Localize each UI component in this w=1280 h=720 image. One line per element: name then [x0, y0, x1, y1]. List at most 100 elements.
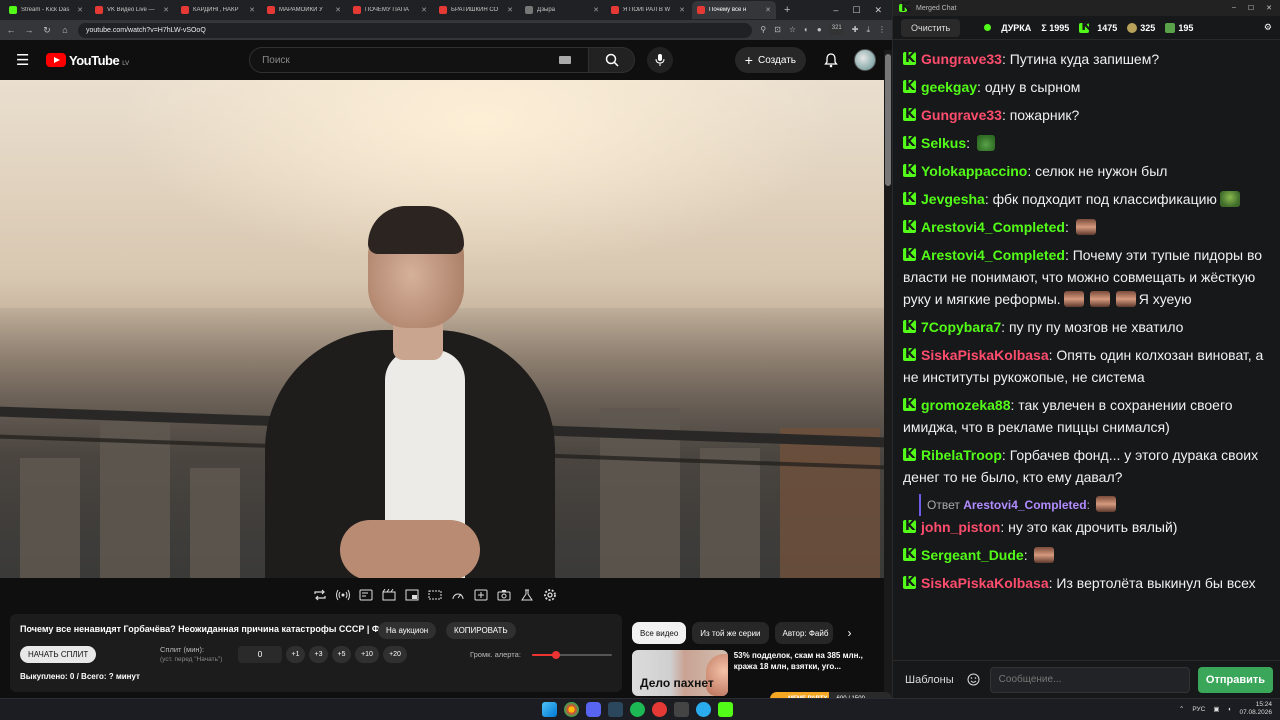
emoji-icon[interactable]: [966, 672, 982, 688]
page-scrollbar[interactable]: [884, 50, 892, 696]
discord-icon[interactable]: [586, 702, 601, 717]
clock[interactable]: 15:24 07.08.2026: [1239, 701, 1272, 717]
tab-close-icon[interactable]: ✕: [593, 6, 599, 14]
loop-icon[interactable]: [312, 588, 327, 603]
chat-username[interactable]: Sergeant_Dude: [921, 547, 1024, 563]
extension-icon[interactable]: ◐: [804, 25, 809, 35]
chat-message-input[interactable]: [989, 666, 1190, 693]
close-icon[interactable]: ✕: [874, 5, 882, 16]
chat-username[interactable]: Gungrave33: [921, 51, 1002, 67]
chat-username[interactable]: john_piston: [921, 519, 1000, 535]
chat-username[interactable]: SiskaPiskaKolbasa: [921, 575, 1049, 591]
browser-tab[interactable]: Дзыра ✕: [520, 1, 604, 19]
chat-username[interactable]: RibelaTroop: [921, 447, 1002, 463]
flask-icon[interactable]: [519, 588, 534, 603]
kick-app-icon[interactable]: [718, 702, 733, 717]
tab-close-icon[interactable]: ✕: [249, 6, 255, 14]
start-menu-icon[interactable]: [542, 702, 557, 717]
zoom-icon[interactable]: ⚲: [760, 25, 766, 35]
add-video-icon[interactable]: [473, 588, 488, 603]
tab-close-icon[interactable]: ✕: [421, 6, 427, 14]
minimize-icon[interactable]: –: [1232, 4, 1236, 12]
broadcast-icon[interactable]: [335, 588, 350, 603]
close-icon[interactable]: ✕: [1266, 4, 1272, 12]
extension-icon[interactable]: ●: [817, 25, 822, 35]
add-10-button[interactable]: +10: [355, 646, 379, 663]
recommended-video[interactable]: Дело пахнет 53% подделок, скам на 385 мл…: [632, 650, 884, 696]
alert-volume-slider[interactable]: [532, 651, 612, 659]
browser-tab[interactable]: VK Видео Live — ✕: [90, 1, 174, 19]
reply-username[interactable]: Arestovi4_Completed: [963, 498, 1086, 512]
forward-icon[interactable]: →: [24, 25, 34, 35]
maximize-icon[interactable]: ☐: [852, 5, 860, 16]
clapperboard-icon[interactable]: [381, 588, 396, 603]
split-minutes-input[interactable]: 0: [238, 646, 282, 663]
chat-username[interactable]: geekgay: [921, 79, 977, 95]
browser-tab[interactable]: МАРАМОЙКИ У ✕: [262, 1, 346, 19]
chat-username[interactable]: Gungrave33: [921, 107, 1002, 123]
search-input[interactable]: [249, 47, 590, 73]
language-indicator[interactable]: РУС: [1192, 706, 1205, 713]
url-field[interactable]: youtube.com/watch?v=H7hLW-vSOoQ: [78, 22, 753, 38]
chip-author[interactable]: Автор: Файб: [774, 622, 833, 644]
recommended-video-title[interactable]: 53% подделок, скам на 385 млн., кража 18…: [734, 650, 884, 696]
tray-chevron-icon[interactable]: ⌃: [1179, 705, 1184, 713]
volume-icon[interactable]: ◖: [1228, 706, 1232, 713]
chat-username[interactable]: Selkus: [921, 135, 966, 151]
playlist-settings-icon[interactable]: [358, 588, 373, 603]
settings-gear-icon[interactable]: [542, 588, 557, 603]
add-3-button[interactable]: +3: [309, 646, 328, 663]
chat-username[interactable]: Arestovi4_Completed: [921, 219, 1065, 235]
tab-close-icon[interactable]: ✕: [335, 6, 341, 14]
browser-tab[interactable]: Stream - Kick Das ✕: [4, 1, 88, 19]
chat-username[interactable]: Jevgesha: [921, 191, 985, 207]
chat-username[interactable]: SiskaPiskaKolbasa: [921, 347, 1049, 363]
install-icon[interactable]: ⊡: [774, 25, 781, 35]
add-5-button[interactable]: +5: [332, 646, 351, 663]
create-button[interactable]: + Создать: [734, 47, 806, 73]
screenshot-camera-icon[interactable]: [496, 588, 511, 603]
browser-tab[interactable]: ПОЧЕМУ ПАПА ✕: [348, 1, 432, 19]
add-1-button[interactable]: +1: [286, 646, 305, 663]
chat-settings-gear-icon[interactable]: ⚙: [1264, 22, 1272, 33]
start-split-button[interactable]: НАЧАТЬ СПЛИТ: [20, 646, 97, 663]
bookmark-star-icon[interactable]: ☆: [789, 25, 796, 35]
notifications-bell-icon[interactable]: [824, 52, 838, 68]
theater-mode-icon[interactable]: [427, 588, 442, 603]
youtube-logo[interactable]: YouTube LV: [46, 53, 129, 68]
chip-all-videos[interactable]: Все видео: [632, 622, 687, 644]
chip-same-series[interactable]: Из той же серии: [692, 622, 769, 644]
copy-button[interactable]: КОПИРОВАТЬ: [446, 622, 516, 639]
back-icon[interactable]: ←: [6, 25, 16, 35]
voice-search-button[interactable]: [647, 47, 674, 73]
browser-tab[interactable]: БРАТИШКИН СО ✕: [434, 1, 518, 19]
keyboard-icon[interactable]: [559, 56, 572, 64]
picture-in-picture-icon[interactable]: [404, 588, 419, 603]
auction-button[interactable]: На аукцион: [378, 622, 437, 639]
menu-dots-icon[interactable]: ⋮: [878, 25, 886, 35]
tab-close-icon[interactable]: ✕: [77, 6, 83, 14]
download-icon[interactable]: ⤓: [866, 25, 870, 35]
guide-menu-icon[interactable]: ☰: [16, 51, 36, 69]
home-icon[interactable]: ⌂: [60, 25, 70, 35]
send-button[interactable]: Отправить: [1197, 666, 1273, 693]
account-avatar[interactable]: [854, 49, 876, 71]
chrome-icon[interactable]: [564, 702, 579, 717]
volume-knob[interactable]: [552, 651, 560, 659]
search-button[interactable]: [589, 47, 636, 73]
tab-close-icon[interactable]: ✕: [163, 6, 169, 14]
chat-username[interactable]: 7Copybara7: [921, 319, 1001, 335]
browser-tab[interactable]: КАРДИНГ, НАКР ✕: [176, 1, 260, 19]
steam-icon[interactable]: [608, 702, 623, 717]
scrollbar-thumb[interactable]: [885, 54, 891, 186]
templates-button[interactable]: Шаблоны: [901, 674, 958, 686]
chat-username[interactable]: Arestovi4_Completed: [921, 247, 1065, 263]
video-thumbnail[interactable]: Дело пахнет: [632, 650, 728, 696]
add-20-button[interactable]: +20: [383, 646, 407, 663]
clear-chat-button[interactable]: Очистить: [901, 18, 961, 37]
maximize-icon[interactable]: ☐: [1248, 4, 1254, 12]
new-tab-button[interactable]: +: [778, 4, 796, 16]
app-icon[interactable]: [652, 702, 667, 717]
extension-badge[interactable]: 321: [829, 25, 844, 35]
chat-username[interactable]: gromozeka88: [921, 397, 1010, 413]
